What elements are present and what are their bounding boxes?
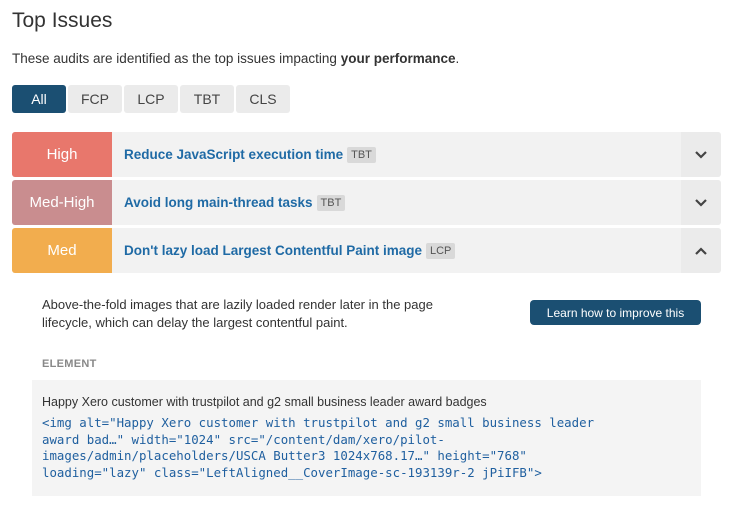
tab-lcp[interactable]: LCP: [124, 85, 178, 113]
severity-badge: Med-High: [12, 180, 112, 225]
issue-row-med[interactable]: Med Don't lazy load Largest Contentful P…: [12, 228, 721, 273]
metric-filter-tabs: All FCP LCP TBT CLS: [12, 85, 290, 113]
code-line: images/admin/placeholders/USCA Butter3 1…: [42, 448, 527, 463]
issue-title[interactable]: Reduce JavaScript execution time: [124, 147, 343, 162]
tab-all[interactable]: All: [12, 85, 66, 113]
issue-content: Avoid long main-thread tasks TBT: [112, 180, 681, 225]
code-line: award bad…" width="1024" src="/content/d…: [42, 431, 445, 447]
chevron-up-icon[interactable]: [681, 228, 721, 273]
element-code: <img alt="Happy Xero customer with trust…: [42, 415, 691, 481]
chevron-down-icon[interactable]: [681, 180, 721, 225]
learn-how-to-improve-button[interactable]: Learn how to improve this: [530, 300, 701, 325]
subtitle-text: These audits are identified as the top i…: [12, 51, 341, 66]
subtitle-suffix: .: [455, 51, 460, 66]
code-line: loading="lazy" class="LeftAligned__Cover…: [42, 464, 542, 480]
issue-row-high[interactable]: High Reduce JavaScript execution time TB…: [12, 132, 721, 177]
element-snippet-box: Happy Xero customer with trustpilot and …: [32, 380, 701, 496]
element-section-label: ELEMENT: [42, 358, 97, 370]
issue-title[interactable]: Don't lazy load Largest Contentful Paint…: [124, 243, 422, 258]
metric-badge: LCP: [426, 242, 456, 259]
page-subtitle: These audits are identified as the top i…: [12, 51, 459, 66]
description-line: Above-the-fold images that are lazily lo…: [42, 297, 433, 312]
page-title: Top Issues: [12, 9, 113, 32]
issue-description: Above-the-fold images that are lazily lo…: [42, 296, 482, 332]
description-line: lifecycle, which can delay the largest c…: [42, 315, 348, 330]
tab-cls[interactable]: CLS: [236, 85, 290, 113]
issue-content: Don't lazy load Largest Contentful Paint…: [112, 228, 681, 273]
tab-fcp[interactable]: FCP: [68, 85, 122, 113]
issue-title[interactable]: Avoid long main-thread tasks: [124, 195, 313, 210]
severity-badge: Med: [12, 228, 112, 273]
issue-content: Reduce JavaScript execution time TBT: [112, 132, 681, 177]
issue-row-med-high[interactable]: Med-High Avoid long main-thread tasks TB…: [12, 180, 721, 225]
chevron-down-icon[interactable]: [681, 132, 721, 177]
element-caption: Happy Xero customer with trustpilot and …: [42, 395, 487, 409]
metric-badge: TBT: [316, 194, 346, 211]
metric-badge: TBT: [347, 146, 376, 163]
tab-tbt[interactable]: TBT: [180, 85, 234, 113]
severity-badge: High: [12, 132, 112, 177]
subtitle-emphasis: your performance: [340, 51, 456, 66]
code-line: <img alt="Happy Xero customer with trust…: [42, 415, 595, 430]
